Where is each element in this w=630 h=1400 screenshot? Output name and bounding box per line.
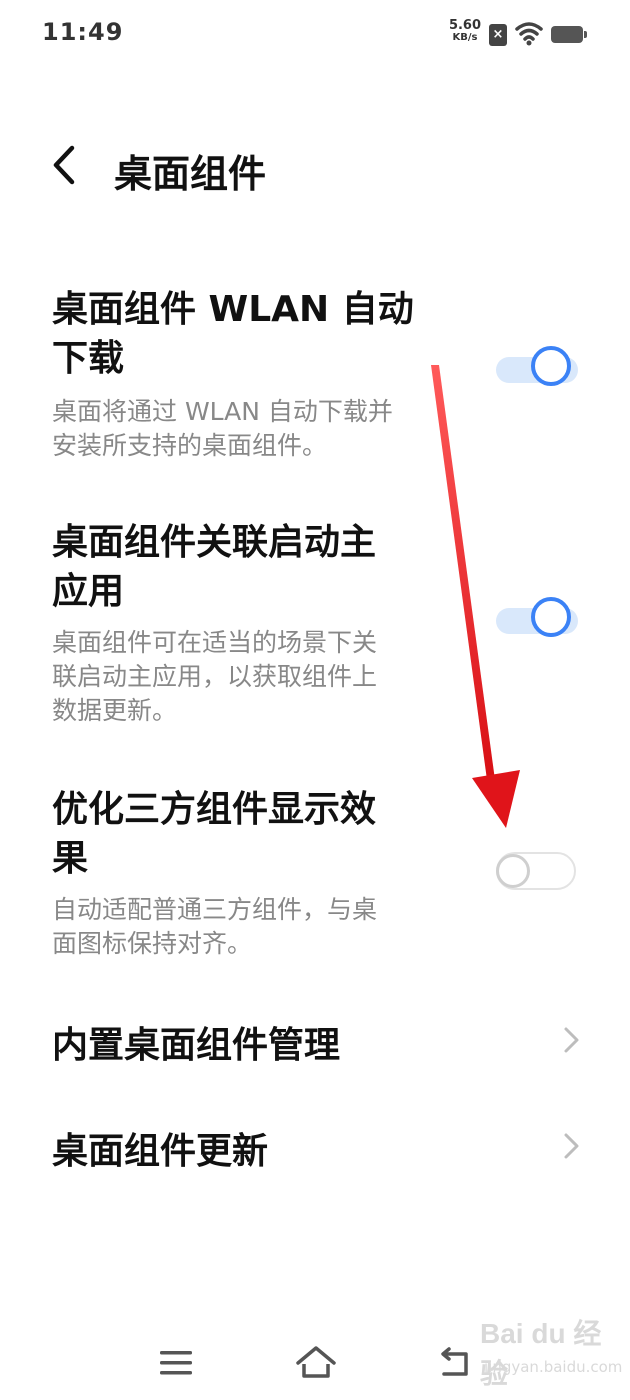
setting-title: 桌面组件 WLAN 自动 下载 bbox=[52, 285, 452, 383]
chevron-right-icon bbox=[564, 1133, 579, 1159]
setting-description-line: 自动适配普通三方组件，与桌 bbox=[52, 895, 378, 924]
setting-description: 桌面将通过 WLAN 自动下载并 安装所支持的桌面组件。 bbox=[52, 395, 442, 463]
nav-item-widget-update[interactable]: 桌面组件更新 bbox=[0, 1118, 630, 1178]
toggle-switch[interactable] bbox=[496, 848, 578, 894]
setting-title: 桌面组件关联启动主 应用 bbox=[52, 518, 452, 616]
setting-description-line: 桌面将通过 WLAN 自动下载并 bbox=[52, 397, 393, 426]
setting-title-line: 应用 bbox=[52, 571, 125, 612]
toggle-knob bbox=[531, 597, 571, 637]
setting-title-line: 果 bbox=[52, 838, 89, 879]
watermark-url: jingyan.baidu.com bbox=[484, 1358, 623, 1376]
network-speed: 5.60 KB/s bbox=[445, 18, 485, 44]
toggle-switch[interactable] bbox=[496, 597, 578, 643]
chevron-right-icon bbox=[564, 1027, 579, 1053]
back-icon[interactable] bbox=[436, 1346, 474, 1380]
sim-blocked-icon: × bbox=[489, 24, 507, 46]
setting-wlan-auto-download[interactable]: 桌面组件 WLAN 自动 下载 桌面将通过 WLAN 自动下载并 安装所支持的桌… bbox=[0, 285, 630, 475]
menu-icon[interactable] bbox=[158, 1348, 194, 1378]
toggle-knob bbox=[531, 346, 571, 386]
toggle-switch[interactable] bbox=[496, 346, 578, 392]
setting-title: 优化三方组件显示效 果 bbox=[52, 785, 452, 883]
home-icon[interactable] bbox=[295, 1344, 337, 1380]
setting-description-line: 联启动主应用，以获取组件上 bbox=[52, 662, 378, 691]
setting-description: 自动适配普通三方组件，与桌 面图标保持对齐。 bbox=[52, 893, 442, 961]
status-bar: 11:49 5.60 KB/s × bbox=[0, 0, 630, 70]
status-time: 11:49 bbox=[42, 18, 124, 46]
setting-launch-main-app[interactable]: 桌面组件关联启动主 应用 桌面组件可在适当的场景下关 联启动主应用，以获取组件上… bbox=[0, 518, 630, 738]
setting-description-line: 面图标保持对齐。 bbox=[52, 929, 253, 958]
network-speed-unit: KB/s bbox=[452, 32, 478, 43]
battery-icon bbox=[551, 26, 587, 43]
watermark-logo: Bai du 经验 bbox=[480, 1318, 602, 1389]
setting-title-line: 桌面组件 WLAN 自动 bbox=[52, 289, 414, 330]
chevron-left-icon[interactable] bbox=[44, 142, 86, 188]
page-title: 桌面组件 bbox=[114, 152, 267, 196]
page-header: 桌面组件 bbox=[0, 130, 630, 200]
setting-title-line: 桌面组件关联启动主 bbox=[52, 522, 377, 563]
nav-item-label: 桌面组件更新 bbox=[52, 1131, 269, 1172]
setting-description-line: 桌面组件可在适当的场景下关 bbox=[52, 628, 378, 657]
setting-title-line: 优化三方组件显示效 bbox=[52, 789, 377, 830]
wifi-icon bbox=[515, 22, 543, 46]
network-speed-value: 5.60 bbox=[448, 18, 482, 33]
nav-item-builtin-widgets[interactable]: 内置桌面组件管理 bbox=[0, 1012, 630, 1072]
setting-title-line: 下载 bbox=[52, 338, 125, 379]
setting-description-line: 安装所支持的桌面组件。 bbox=[52, 431, 328, 460]
toggle-knob bbox=[496, 854, 530, 888]
nav-item-label: 内置桌面组件管理 bbox=[52, 1025, 341, 1066]
watermark: Bai du 经验 jingyan.baidu.com bbox=[480, 1312, 623, 1392]
setting-description-line: 数据更新。 bbox=[52, 696, 178, 725]
setting-optimize-third-party[interactable]: 优化三方组件显示效 果 自动适配普通三方组件，与桌 面图标保持对齐。 bbox=[0, 785, 630, 965]
setting-description: 桌面组件可在适当的场景下关 联启动主应用，以获取组件上 数据更新。 bbox=[52, 626, 442, 728]
